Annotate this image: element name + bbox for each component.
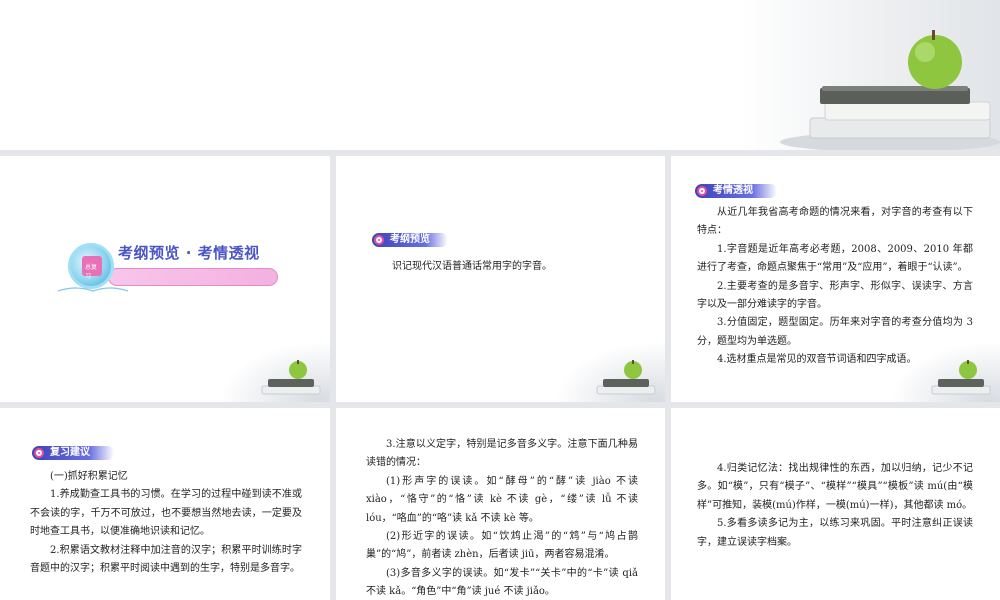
slide-thumbnail-1[interactable]: 总复习 考纲预览 · 考情透视 [0, 156, 330, 402]
title-ribbon [108, 268, 278, 286]
slide-body: 4.归类记忆法：找出规律性的东西，加以归纳，记少不记多。如“模”，只有“模子”、… [697, 460, 973, 552]
slide-thumbnail-3[interactable]: 考情透视 从近几年我省高考命题的情况来看，对字音的考查有以下特点： 1.字音题是… [671, 156, 1000, 402]
paragraph: 从近几年我省高考命题的情况来看，对字音的考查有以下特点： [697, 207, 973, 237]
books-apple-icon [931, 360, 991, 395]
tag-dot-icon [374, 235, 384, 245]
paragraph: (1)形声字的误读。如“酵母”的“酵”读 jiào 不读 xiào，“恪守”的“… [366, 475, 638, 524]
paragraph: 1.养成勤查工具书的习惯。在学习的过程中碰到读不准或不会读的字，千万不可放过，也… [30, 489, 302, 538]
open-book-lines-icon [58, 287, 128, 292]
slide-body: 识记现代汉语普通话常用字的字音。 [392, 258, 632, 276]
top-banner [0, 0, 1000, 150]
paragraph: 3.注意以义定字，特别是记多音多义字。注意下面几种易读错的情况： [366, 439, 638, 469]
slide-title: 考纲预览 · 考情透视 [118, 244, 260, 262]
section-tag: 复习建议 [32, 446, 114, 460]
paragraph: 2.积累语文教材注释中加注音的汉字；积累平时训练时字音题中的汉字；积累平时阅读中… [30, 544, 302, 575]
slide-thumbnail-6[interactable]: 4.归类记忆法：找出规律性的东西，加以归纳，记少不记多。如“模”，只有“模子”、… [671, 408, 1000, 600]
books-apple-illustration [780, 30, 1000, 150]
tag-label: 考纲预览 [390, 234, 430, 245]
slide-body: 3.注意以义定字，特别是记多音多义字。注意下面几种易读错的情况： (1)形声字的… [366, 436, 638, 600]
paragraph: (3)多音多义字的误读。如“发卡”“关卡”中的“卡”读 qiǎ 不读 kǎ。“角… [366, 567, 638, 598]
paragraph: (一)抓好积累记忆 [50, 471, 128, 482]
body-text: 识记现代汉语普通话常用字的字音。 [392, 261, 552, 272]
section-tag: 考纲预览 [372, 233, 448, 247]
badge-text: 总复习 [85, 264, 98, 280]
slide-body: (一)抓好积累记忆 1.养成勤查工具书的习惯。在学习的过程中碰到读不准或不会读的… [30, 468, 302, 578]
paragraph: 5.多看多读多记为主，以练习来巩固。平时注意纠正误读字，建立误读字档案。 [697, 518, 973, 548]
books-apple-icon [596, 360, 656, 395]
paragraph: 1.字音题是近年高考必考题，2008、2009、2010 年都进行了考查，命题点… [697, 243, 973, 274]
tag-dot-icon [697, 186, 707, 196]
tag-label: 复习建议 [50, 447, 90, 458]
paragraph: (2)形近字的误读。如“饮鸩止渴”的“鸩”与“鸠占鹊巢”的“鸠”，前者读 zhè… [366, 531, 638, 561]
paragraph: 2.主要考查的是多音字、形声字、形似字、误读字、方言字以及一部分难读字的字音。 [697, 280, 973, 311]
slide-thumbnail-4[interactable]: 复习建议 (一)抓好积累记忆 1.养成勤查工具书的习惯。在学习的过程中碰到读不准… [0, 408, 330, 600]
book-badge-icon: 总复习 [68, 243, 114, 289]
tag-dot-icon [34, 448, 44, 458]
tag-label: 考情透视 [713, 185, 753, 196]
section-tag: 考情透视 [695, 184, 777, 198]
slide-thumbnail-2[interactable]: 考纲预览 识记现代汉语普通话常用字的字音。 [336, 156, 665, 402]
slide-thumbnail-5[interactable]: 3.注意以义定字，特别是记多音多义字。注意下面几种易读错的情况： (1)形声字的… [336, 408, 665, 600]
books-apple-icon [261, 360, 321, 395]
paragraph: 4.归类记忆法：找出规律性的东西，加以归纳，记少不记多。如“模”，只有“模子”、… [697, 463, 973, 511]
